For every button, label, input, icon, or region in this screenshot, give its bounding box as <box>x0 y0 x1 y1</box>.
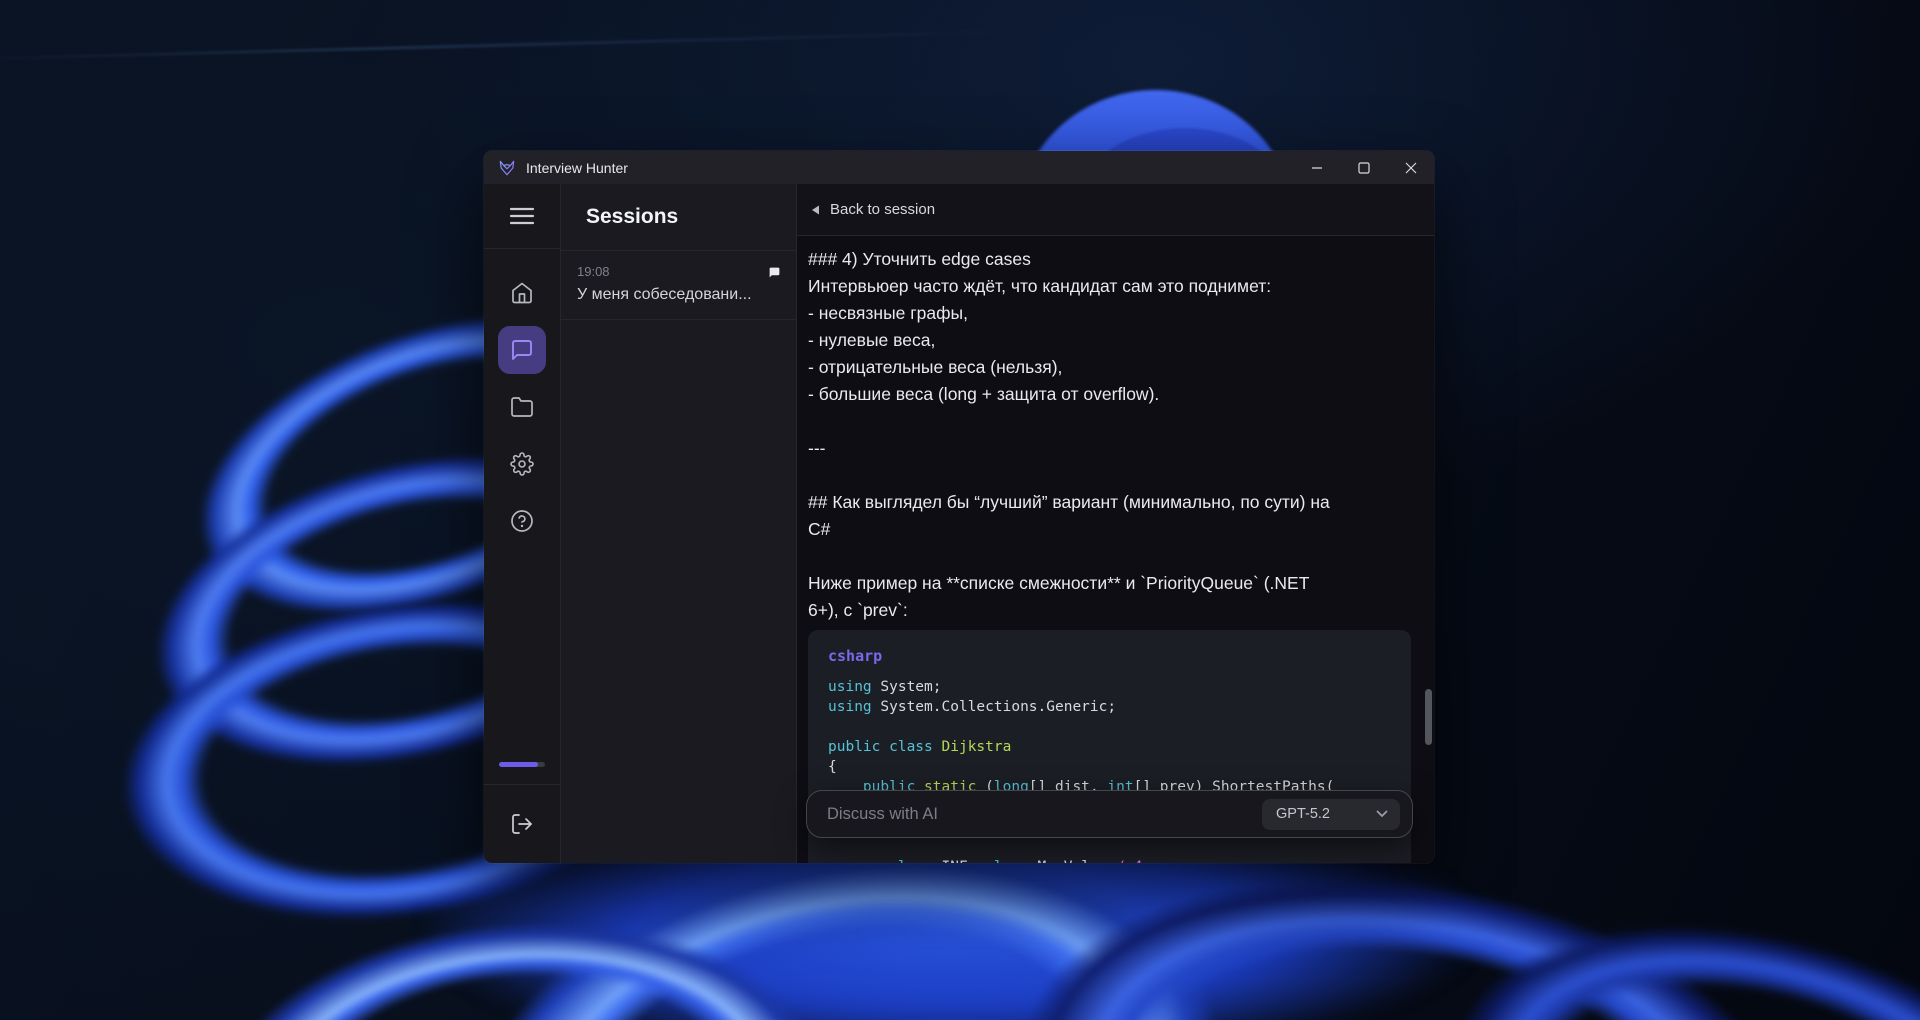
sidebar-item-help[interactable] <box>498 497 546 545</box>
usage-progress-bar <box>499 762 545 767</box>
sidebar <box>484 184 561 863</box>
hamburger-menu-button[interactable] <box>484 184 560 249</box>
message-paragraph: Ниже пример на **списке смежности** и `P… <box>808 573 1310 620</box>
model-selector-dropdown[interactable]: GPT-5.2 <box>1262 798 1400 830</box>
session-list-item[interactable]: 19:08 У меня собеседовани... <box>561 251 796 320</box>
app-window: Interview Hunter Sessions 19:08 У меня с… <box>484 151 1434 863</box>
code-language-label: csharp <box>828 647 883 665</box>
help-icon <box>510 509 534 533</box>
logout-button[interactable] <box>484 785 560 863</box>
chat-bubble-icon <box>768 266 781 279</box>
maximize-button[interactable] <box>1340 151 1387 184</box>
session-preview: У меня собеседовани... <box>577 286 752 303</box>
sidebar-item-settings[interactable] <box>498 440 546 488</box>
main-panel: Back to session ### 4) Уточнить edge cas… <box>797 184 1434 863</box>
maximize-icon <box>1357 161 1370 174</box>
chat-message-area[interactable]: ### 4) Уточнить edge cases Интервьюер час… <box>797 236 1434 863</box>
model-selector-value: GPT-5.2 <box>1276 806 1330 822</box>
close-button[interactable] <box>1387 151 1434 184</box>
sidebar-item-files[interactable] <box>498 383 546 431</box>
folder-icon <box>510 395 534 419</box>
sidebar-item-home[interactable] <box>498 269 546 317</box>
title-bar[interactable]: Interview Hunter <box>484 151 1434 184</box>
scrollbar-thumb[interactable] <box>1425 689 1432 745</box>
message-paragraph: ## Как выглядел бы “лучший” вариант (мин… <box>808 492 1330 539</box>
logout-icon <box>510 812 534 836</box>
minimize-icon <box>1311 162 1323 174</box>
chevron-down-icon <box>1376 810 1388 818</box>
back-to-session-label: Back to session <box>830 201 936 218</box>
desktop: Interview Hunter Sessions 19:08 У меня с… <box>0 0 1920 1020</box>
wolf-logo-icon <box>497 158 517 178</box>
discuss-input[interactable]: Discuss with AI <box>827 805 1262 824</box>
sidebar-nav <box>498 269 546 545</box>
sessions-panel: Sessions 19:08 У меня собеседовани... <box>561 184 797 863</box>
window-title: Interview Hunter <box>526 159 628 176</box>
home-icon <box>510 281 534 305</box>
sidebar-item-sessions[interactable] <box>498 326 546 374</box>
message-paragraph: --- <box>808 438 826 458</box>
close-icon <box>1405 162 1417 174</box>
hamburger-menu-icon <box>509 206 535 226</box>
minimize-button[interactable] <box>1293 151 1340 184</box>
back-to-session-button[interactable]: Back to session <box>797 184 1434 236</box>
sessions-title: Sessions <box>561 184 796 251</box>
composer-bar[interactable]: Discuss with AI GPT-5.2 <box>806 790 1413 838</box>
chat-icon <box>510 338 534 362</box>
message-paragraph: ### 4) Уточнить edge cases Интервьюер час… <box>808 249 1272 404</box>
sidebar-bottom <box>484 762 560 863</box>
session-time: 19:08 <box>577 264 610 279</box>
back-arrow-icon <box>811 205 820 215</box>
assistant-message: ### 4) Уточнить edge cases Интервьюер час… <box>808 246 1411 624</box>
gear-icon <box>510 452 534 476</box>
window-controls <box>1293 151 1434 184</box>
